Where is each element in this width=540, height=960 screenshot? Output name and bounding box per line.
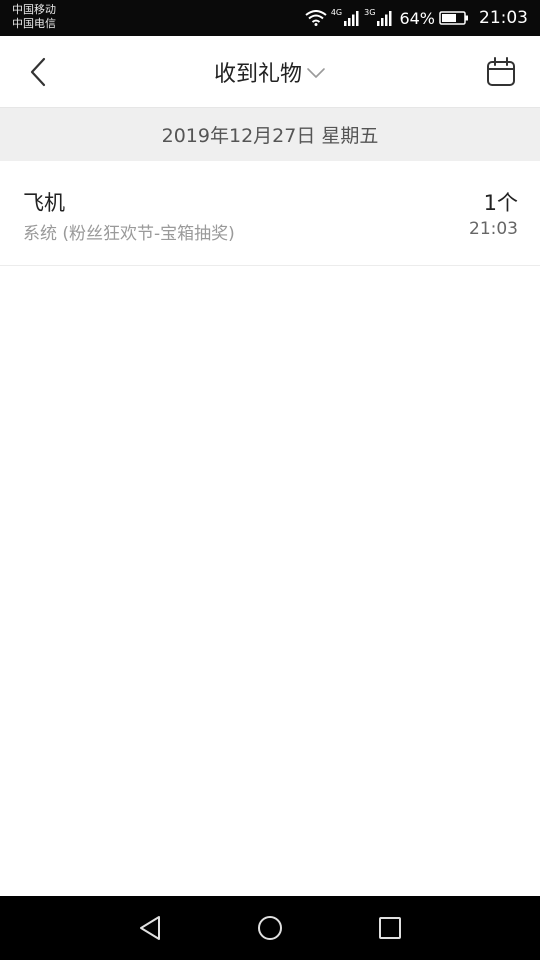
list-item[interactable]: 飞机 系统 (粉丝狂欢节-宝箱抽奖) 1个 21:03 — [0, 161, 540, 266]
signal-icon — [377, 10, 393, 26]
gift-source: 系统 (粉丝狂欢节-宝箱抽奖) — [23, 224, 235, 244]
calendar-icon — [485, 56, 517, 88]
date-section-header: 2019年12月27日 星期五 — [0, 108, 540, 161]
screen: 中国移动 中国电信 4G 3G 64% 21:03 收到礼物 2019年12月2… — [0, 0, 540, 960]
nav-header: 收到礼物 — [0, 36, 540, 108]
page-title[interactable]: 收到礼物 — [214, 56, 302, 88]
carrier-2-label: 中国电信 — [12, 17, 56, 30]
battery-percent: 64% — [399, 8, 435, 28]
gift-list: 飞机 系统 (粉丝狂欢节-宝箱抽奖) 1个 21:03 — [0, 161, 540, 266]
carrier-1-label: 中国移动 — [12, 3, 56, 16]
status-indicators: 4G 3G 64% 21:03 — [305, 0, 528, 36]
carrier-labels: 中国移动 中国电信 — [12, 3, 56, 31]
calendar-button[interactable] — [482, 53, 520, 91]
back-triangle-icon[interactable] — [132, 910, 168, 946]
network-type-1: 4G — [330, 8, 343, 17]
battery-icon — [439, 10, 469, 26]
back-button[interactable] — [18, 52, 58, 92]
gift-time: 21:03 — [469, 219, 518, 239]
chevron-down-icon[interactable] — [306, 67, 326, 79]
gift-name: 飞机 — [23, 191, 65, 215]
system-nav-bar — [0, 896, 540, 960]
recents-square-icon[interactable] — [372, 910, 408, 946]
network-type-2: 3G — [364, 8, 376, 17]
status-time: 21:03 — [479, 8, 528, 28]
status-bar: 中国移动 中国电信 4G 3G 64% 21:03 — [0, 0, 540, 36]
wifi-icon — [305, 10, 327, 26]
title-area: 收到礼物 — [0, 36, 540, 108]
home-circle-icon[interactable] — [252, 910, 288, 946]
chevron-left-icon — [28, 56, 48, 88]
date-label: 2019年12月27日 星期五 — [161, 125, 379, 147]
gift-count: 1个 — [483, 191, 518, 215]
signal-icon — [344, 10, 360, 26]
